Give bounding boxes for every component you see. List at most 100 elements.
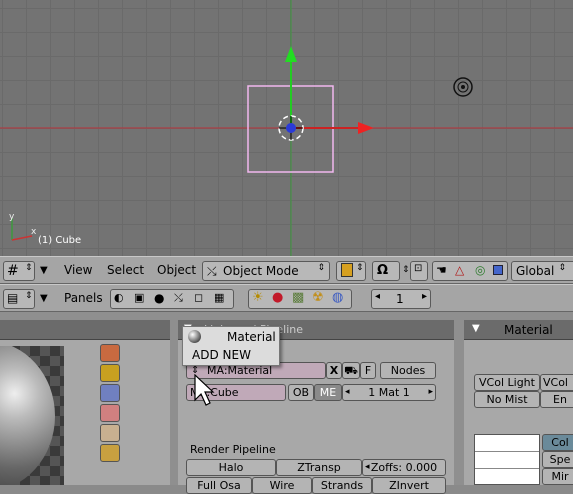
preview-sphere bbox=[0, 346, 55, 485]
pivot-select[interactable]: Ω bbox=[372, 261, 400, 281]
link-icon: ⊡ bbox=[414, 263, 423, 274]
arrow-right-icon[interactable]: ▸ bbox=[422, 291, 427, 302]
rotate-icon[interactable]: ◎ bbox=[475, 263, 485, 277]
radiosity-context-icon[interactable]: ☢ bbox=[312, 290, 324, 305]
arrow-left-icon[interactable]: ◂ bbox=[365, 460, 370, 475]
updown-icon: ⇕ bbox=[25, 291, 33, 301]
editor-type-button[interactable]: # ⇕ bbox=[3, 261, 35, 281]
preview-cube-icon[interactable] bbox=[100, 384, 120, 402]
env-button[interactable]: En bbox=[540, 391, 573, 408]
render-pipeline-label: Render Pipeline bbox=[190, 443, 276, 456]
material-panel: VCol Light VCol No Mist En Col Spe Mir bbox=[464, 340, 573, 485]
mode-select[interactable]: ⤯ Object Mode ⇕ bbox=[202, 261, 330, 281]
material-panel-header[interactable]: ▼ Material bbox=[464, 320, 573, 340]
preview-sky-icon[interactable] bbox=[100, 444, 120, 462]
shading-subcontext[interactable]: ☀ ● ▩ ☢ ◍ bbox=[248, 289, 352, 309]
unlink-material-button[interactable]: X bbox=[326, 362, 342, 379]
full-osa-button[interactable]: Full Osa bbox=[186, 477, 252, 494]
zinvert-button[interactable]: ZInvert bbox=[372, 477, 446, 494]
ztransp-button[interactable]: ZTransp bbox=[276, 459, 362, 476]
spe-button[interactable]: Spe bbox=[542, 451, 573, 468]
preview-hair-icon[interactable] bbox=[100, 424, 120, 442]
no-mist-button[interactable]: No Mist bbox=[474, 391, 540, 408]
menu-select[interactable]: Select bbox=[107, 263, 144, 277]
mouse-cursor-icon bbox=[194, 374, 215, 406]
material-index-field[interactable]: ◂ 1 Mat 1 ▸ bbox=[342, 384, 436, 401]
preview-panel bbox=[0, 340, 170, 485]
arrow-left-icon[interactable]: ◂ bbox=[375, 291, 380, 302]
texture-context-icon[interactable]: ▩ bbox=[292, 290, 304, 305]
x-arrow-icon bbox=[358, 122, 374, 134]
hand-icon[interactable]: ☚ bbox=[436, 263, 447, 277]
axis-x-mini bbox=[11, 235, 33, 241]
strands-button[interactable]: Strands bbox=[312, 477, 372, 494]
material-popup[interactable]: Material ADD NEW bbox=[182, 326, 280, 366]
menu-view[interactable]: View bbox=[64, 263, 92, 277]
preview-panel-header[interactable] bbox=[0, 320, 170, 340]
scale-icon[interactable] bbox=[493, 265, 503, 275]
script-icon[interactable]: ▣ bbox=[134, 291, 144, 304]
buttons-window-icon: ▤ bbox=[7, 291, 19, 305]
y-arrow-icon bbox=[285, 46, 297, 62]
viewport-overlay bbox=[0, 0, 573, 256]
updown-icon: ⇕ bbox=[317, 263, 325, 273]
zoffs-field[interactable]: ◂ Zoffs: 0.000 bbox=[362, 459, 446, 476]
preview-monkey-icon[interactable] bbox=[100, 404, 120, 422]
halo-button[interactable]: Halo bbox=[186, 459, 276, 476]
manipulator-group[interactable]: ☚ △ ◎ bbox=[432, 261, 508, 281]
updown-icon: ⇕ bbox=[558, 263, 566, 273]
shading-context-icon[interactable]: ● bbox=[154, 291, 164, 305]
me-button[interactable]: ME bbox=[314, 384, 342, 401]
collapse-icon[interactable]: ▼ bbox=[40, 293, 48, 304]
context-buttons[interactable]: ◐ ▣ ● ⤯ ◻ ▦ bbox=[110, 289, 234, 309]
frame-number[interactable]: ◂ 1 ▸ bbox=[371, 289, 431, 309]
layer-button[interactable]: ⊡ bbox=[410, 261, 428, 281]
material-preview bbox=[0, 346, 64, 485]
color-swatch-area[interactable] bbox=[474, 434, 540, 485]
orientation-select[interactable]: Global ⇕ bbox=[511, 261, 573, 281]
shading-icon bbox=[341, 263, 353, 277]
collapse-icon[interactable]: ▼ bbox=[40, 265, 48, 276]
world-context-icon[interactable]: ◍ bbox=[332, 290, 343, 305]
collapse-icon[interactable]: ▼ bbox=[472, 323, 480, 334]
draw-type-select[interactable]: ⇕ bbox=[336, 261, 366, 281]
object-context-icon[interactable]: ⤯ bbox=[174, 291, 183, 305]
3d-viewport[interactable]: y x (1) Cube bbox=[0, 0, 573, 256]
object-label: (1) Cube bbox=[38, 235, 82, 246]
updown-icon[interactable]: ⇕ bbox=[402, 265, 410, 275]
vcol-paint-button[interactable]: VCol bbox=[540, 374, 573, 391]
buttons-window: ▼ Links and Pipeline ⇕ MA:Material X ⛟ F… bbox=[0, 312, 573, 494]
menu-object[interactable]: Object bbox=[157, 263, 196, 277]
arrow-left-icon[interactable]: ◂ bbox=[345, 385, 350, 400]
wire-button[interactable]: Wire bbox=[252, 477, 312, 494]
scene-context-icon[interactable]: ▦ bbox=[214, 291, 224, 304]
editing-context-icon[interactable]: ◻ bbox=[194, 291, 203, 304]
origin-dot bbox=[286, 123, 296, 133]
preview-type-buttons bbox=[100, 344, 122, 464]
editor-type-button-2[interactable]: ▤ ⇕ bbox=[3, 289, 35, 309]
arrow-right-icon[interactable]: ▸ bbox=[428, 385, 433, 400]
axis-label-y: y bbox=[9, 212, 15, 222]
ob-button[interactable]: OB bbox=[288, 384, 314, 401]
translate-icon[interactable]: △ bbox=[455, 263, 464, 277]
panels-label: Panels bbox=[64, 291, 103, 305]
col-button[interactable]: Col bbox=[542, 434, 573, 451]
view3d-header: # ⇕ ▼ View Select Object ⤯ Object Mode ⇕… bbox=[0, 256, 573, 284]
mir-button[interactable]: Mir bbox=[542, 468, 573, 485]
vcol-light-button[interactable]: VCol Light bbox=[474, 374, 540, 391]
nodes-button[interactable]: Nodes bbox=[380, 362, 436, 379]
axis-label-x: x bbox=[31, 227, 37, 237]
fake-user-car-icon[interactable]: ⛟ bbox=[342, 362, 360, 379]
magnet-icon: Ω bbox=[377, 263, 389, 278]
grid-icon: # bbox=[7, 263, 19, 279]
fake-user-button[interactable]: F bbox=[360, 362, 376, 379]
material-panel-title: Material bbox=[504, 323, 553, 337]
buttons-header: ▤ ⇕ ▼ Panels ◐ ▣ ● ⤯ ◻ ▦ ☀ ● ▩ ☢ ◍ ◂ 1 ▸ bbox=[0, 284, 573, 312]
material-context-icon[interactable]: ● bbox=[272, 290, 283, 305]
object-mode-icon: ⤯ bbox=[207, 264, 217, 278]
lamp-context-icon[interactable]: ☀ bbox=[252, 290, 264, 305]
preview-flat-icon[interactable] bbox=[100, 344, 120, 362]
add-new-menu-item[interactable]: ADD NEW bbox=[192, 348, 251, 362]
logic-icon[interactable]: ◐ bbox=[114, 291, 124, 304]
preview-sphere-icon[interactable] bbox=[100, 364, 120, 382]
